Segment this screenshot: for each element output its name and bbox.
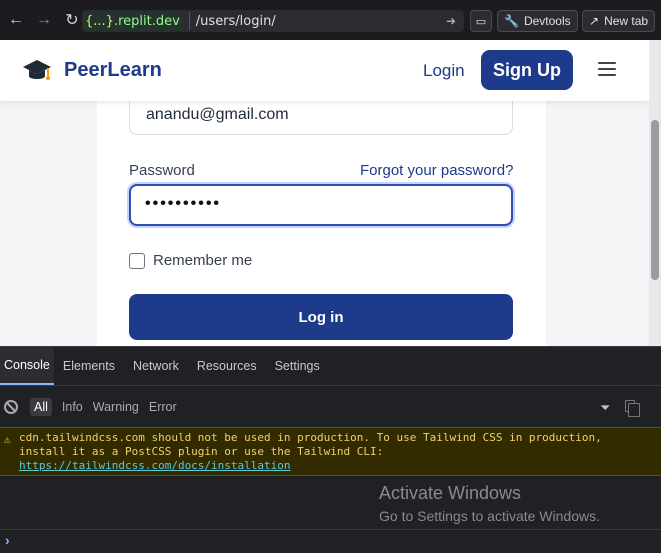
devtools-tabs: Console Elements Network Resources Setti… (0, 347, 661, 385)
site-header: PeerLearn Login Sign Up (0, 40, 649, 101)
new-tab-label: New tab (604, 14, 649, 28)
level-error[interactable]: Error (149, 400, 177, 414)
clear-console-icon[interactable] (4, 400, 18, 414)
devtools-label: Devtools (523, 14, 571, 28)
console-input-divider (0, 529, 661, 530)
url-bar[interactable]: {...}.replit.dev /users/login/ ➜ (82, 10, 464, 32)
page-scrollbar[interactable] (649, 40, 661, 346)
password-label: Password (129, 162, 195, 179)
devtools-divider (0, 385, 661, 386)
scrollbar-thumb[interactable] (651, 120, 659, 280)
web-page: anandu@gmail.com PeerLearn Login Sign Up… (0, 40, 649, 346)
arrow-left-icon[interactable]: ← (4, 11, 28, 29)
devtools-panel: Console Elements Network Resources Setti… (0, 346, 661, 553)
forgot-password-link[interactable]: Forgot your password? (360, 162, 513, 179)
warning-icon: ⚠ (4, 433, 11, 446)
device-preview-button[interactable]: ▭ (470, 10, 492, 32)
menu-line (598, 68, 616, 70)
console-filter-bar: All Info Warning Error ⏷ (0, 394, 661, 420)
url-domain: {...}.replit.dev (82, 11, 183, 31)
login-submit-button[interactable]: Log in (129, 294, 513, 340)
tab-network[interactable]: Network (124, 347, 188, 385)
browser-toolbar: ← → ↻ {...}.replit.dev /users/login/ ➜ ▭… (0, 0, 661, 40)
activate-windows-subtitle: Go to Settings to activate Windows. (379, 508, 600, 524)
url-path[interactable]: /users/login/ (196, 14, 446, 29)
hamburger-icon[interactable] (598, 62, 616, 76)
warning-text-line: cdn.tailwindcss.com should not be used i… (19, 431, 602, 444)
external-link-icon: ↗ (589, 14, 600, 28)
graduation-cap-icon (23, 59, 51, 80)
devtools-button[interactable]: 🔧 Devtools (497, 10, 578, 32)
level-all[interactable]: All (30, 398, 52, 416)
remember-me[interactable]: Remember me (129, 252, 252, 269)
copy-icon[interactable] (625, 400, 640, 417)
tab-resources[interactable]: Resources (188, 347, 266, 385)
warning-text-line: install it as a PostCSS plugin or use th… (19, 445, 384, 458)
brand-logo[interactable]: PeerLearn (22, 58, 162, 84)
filter-icon[interactable]: ⏷ (600, 400, 610, 416)
new-tab-button[interactable]: ↗ New tab (582, 10, 656, 32)
menu-line (598, 74, 616, 76)
console-prompt-icon[interactable]: › (5, 532, 10, 548)
go-arrow-icon[interactable]: ➜ (446, 14, 456, 28)
reload-icon[interactable]: ↻ (60, 10, 84, 30)
tab-settings[interactable]: Settings (266, 347, 329, 385)
arrow-right-icon[interactable]: → (32, 11, 56, 29)
console-warning: ⚠ cdn.tailwindcss.com should not be used… (0, 427, 661, 476)
browser-window: ← → ↻ {...}.replit.dev /users/login/ ➜ ▭… (0, 0, 661, 553)
tab-elements[interactable]: Elements (54, 347, 124, 385)
signup-button[interactable]: Sign Up (481, 50, 573, 90)
login-link[interactable]: Login (423, 61, 465, 81)
level-warning[interactable]: Warning (93, 400, 139, 414)
wrench-icon: 🔧 (504, 14, 519, 28)
password-field[interactable]: •••••••••• (129, 184, 513, 226)
warning-link[interactable]: https://tailwindcss.com/docs/installatio… (19, 459, 661, 473)
remember-checkbox[interactable] (129, 252, 145, 269)
brand-name: PeerLearn (64, 59, 162, 81)
remember-label: Remember me (153, 252, 253, 269)
activate-windows-title: Activate Windows (379, 483, 522, 503)
menu-line (598, 62, 616, 64)
monitor-icon: ▭ (475, 15, 487, 28)
url-divider (188, 12, 190, 30)
level-info[interactable]: Info (62, 400, 83, 414)
tab-console[interactable]: Console (0, 347, 54, 385)
